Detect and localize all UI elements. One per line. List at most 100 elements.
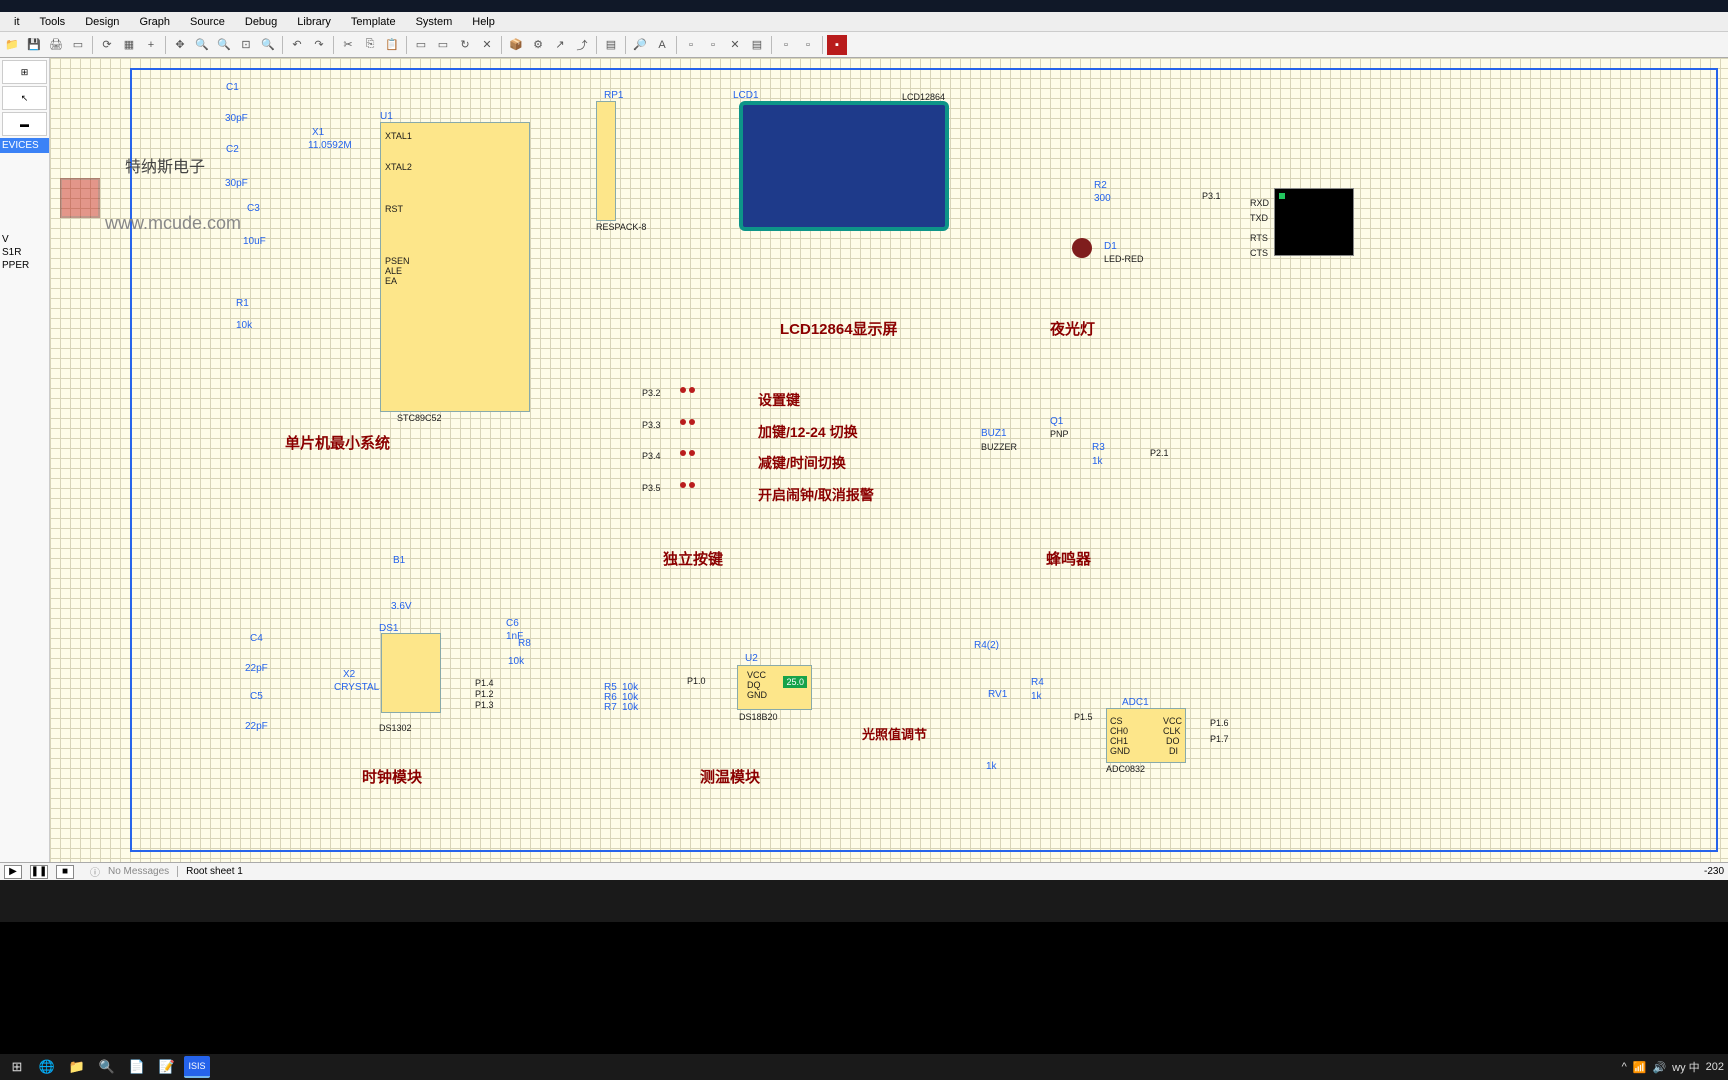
search-icon[interactable]: 🔍	[94, 1056, 120, 1078]
clock-readout[interactable]: 202	[1706, 1061, 1724, 1073]
wire-button[interactable]: ↗	[550, 35, 570, 55]
pin-ale: ALE	[385, 266, 402, 276]
remove-sheet-button[interactable]: ▫	[703, 35, 723, 55]
menu-item[interactable]: Design	[75, 14, 129, 30]
tray-icon[interactable]: ^	[1622, 1061, 1627, 1073]
push-button[interactable]	[680, 479, 695, 491]
block-copy-button[interactable]: ▭	[411, 35, 431, 55]
schematic-canvas[interactable]: 特纳斯电子 www.mcude.com U1 STC89C52 XTAL1 XT…	[50, 58, 1728, 862]
menu-item[interactable]: Graph	[129, 14, 180, 30]
part-u1: STC89C52	[397, 413, 442, 423]
block-rotate-button[interactable]: ↻	[455, 35, 475, 55]
btn-pin-3: P3.5	[642, 483, 661, 493]
adc-net-2: P1.7	[1210, 734, 1229, 744]
erc-button[interactable]: ▫	[776, 35, 796, 55]
pause-button[interactable]: ❚❚	[30, 865, 48, 879]
region-button[interactable]: ▭	[68, 35, 88, 55]
copy-button[interactable]: ⎘	[360, 35, 380, 55]
ime-indicator[interactable]: wy 中	[1672, 1059, 1700, 1075]
overview-box[interactable]: ⊞	[2, 60, 47, 84]
val-c2: 30pF	[225, 178, 248, 189]
menu-item[interactable]: Template	[341, 14, 406, 30]
cursor-icon[interactable]: ↖	[2, 86, 47, 110]
window-titlebar[interactable]	[0, 0, 1728, 12]
val-r4: 1k	[1031, 691, 1042, 702]
list-item[interactable]: S1R	[0, 246, 49, 259]
menu-item[interactable]: it	[4, 14, 30, 30]
led-icon[interactable]	[1072, 238, 1092, 258]
find-button[interactable]: 🔎	[630, 35, 650, 55]
zoom-fit-button[interactable]: ⊡	[236, 35, 256, 55]
menu-item[interactable]: Debug	[235, 14, 287, 30]
rp1-chip[interactable]	[596, 101, 616, 221]
ref-b1: B1	[393, 555, 405, 566]
redo-button[interactable]: ↷	[309, 35, 329, 55]
paste-button[interactable]: 📋	[382, 35, 402, 55]
decompose-button[interactable]: ⤴	[572, 35, 592, 55]
push-button[interactable]	[680, 447, 695, 459]
adc-do: DO	[1166, 736, 1180, 746]
make-button[interactable]: ⚙	[528, 35, 548, 55]
pin-psen: PSEN	[385, 256, 410, 266]
menu-item[interactable]: System	[406, 14, 463, 30]
ref-q1: Q1	[1050, 416, 1063, 427]
grid-button[interactable]: ▦	[119, 35, 139, 55]
ref-rv1: RV1	[988, 689, 1007, 700]
pick-button[interactable]: 📦	[506, 35, 526, 55]
start-button[interactable]: ⊞	[4, 1056, 30, 1078]
part-adc: ADC0832	[1106, 764, 1145, 774]
bom-button[interactable]: ▤	[747, 35, 767, 55]
edge-icon[interactable]: 🌐	[34, 1056, 60, 1078]
u2-dq: DQ	[747, 680, 761, 690]
cut-button[interactable]: ✂	[338, 35, 358, 55]
save-button[interactable]: 💾	[24, 35, 44, 55]
virtual-terminal[interactable]	[1274, 188, 1354, 256]
pin-rst: RST	[385, 204, 403, 214]
zoom-out-button[interactable]: 🔍	[214, 35, 234, 55]
list-item[interactable]: PPER	[0, 259, 49, 272]
app-icon[interactable]: 📄	[124, 1056, 150, 1078]
stop-button[interactable]: ■	[56, 865, 74, 879]
zoom-area-button[interactable]: 🔍	[258, 35, 278, 55]
netlist-button[interactable]: ▫	[798, 35, 818, 55]
isis-app-icon[interactable]: ISIS	[184, 1056, 210, 1078]
push-button[interactable]	[680, 416, 695, 428]
list-item[interactable]: V	[0, 233, 49, 246]
adc-net-1: P1.6	[1210, 718, 1229, 728]
menu-item[interactable]: Library	[287, 14, 341, 30]
ref-d1: D1	[1104, 241, 1117, 252]
refresh-button[interactable]: ⟳	[97, 35, 117, 55]
play-button[interactable]: ▶	[4, 865, 22, 879]
app-icon[interactable]: 📝	[154, 1056, 180, 1078]
open-button[interactable]: 📁	[2, 35, 22, 55]
zoom-in-button[interactable]: 🔍	[192, 35, 212, 55]
exit-sheet-button[interactable]: ✕	[725, 35, 745, 55]
buzzer-title: 蜂鸣器	[1046, 548, 1091, 569]
menu-item[interactable]: Source	[180, 14, 235, 30]
video-seek-bar[interactable]	[0, 880, 1728, 922]
explorer-icon[interactable]: 📁	[64, 1056, 90, 1078]
toggle-button[interactable]: ▤	[601, 35, 621, 55]
pan-button[interactable]: ✥	[170, 35, 190, 55]
origin-button[interactable]: +	[141, 35, 161, 55]
ds1302-chip[interactable]	[381, 633, 441, 713]
menu-item[interactable]: Help	[462, 14, 505, 30]
undo-button[interactable]: ↶	[287, 35, 307, 55]
val-r8: 10k	[508, 656, 524, 667]
pin-ea: EA	[385, 276, 397, 286]
volume-icon[interactable]: 🔊	[1652, 1061, 1666, 1074]
ares-button[interactable]: ▪	[827, 35, 847, 55]
block-delete-button[interactable]: ✕	[477, 35, 497, 55]
print-button[interactable]: 🖨	[46, 35, 66, 55]
ref-lcd: LCD1	[733, 90, 759, 101]
wifi-icon[interactable]: 📶	[1633, 1061, 1647, 1074]
menu-item[interactable]: Tools	[30, 14, 76, 30]
ref-r7: R7	[604, 702, 617, 713]
lcd-screen[interactable]	[739, 101, 949, 231]
block-move-button[interactable]: ▭	[433, 35, 453, 55]
property-button[interactable]: A	[652, 35, 672, 55]
push-button[interactable]	[680, 384, 695, 396]
new-sheet-button[interactable]: ▫	[681, 35, 701, 55]
component-icon[interactable]: ▬	[2, 112, 47, 136]
sheet-name[interactable]: Root sheet 1	[177, 866, 243, 877]
